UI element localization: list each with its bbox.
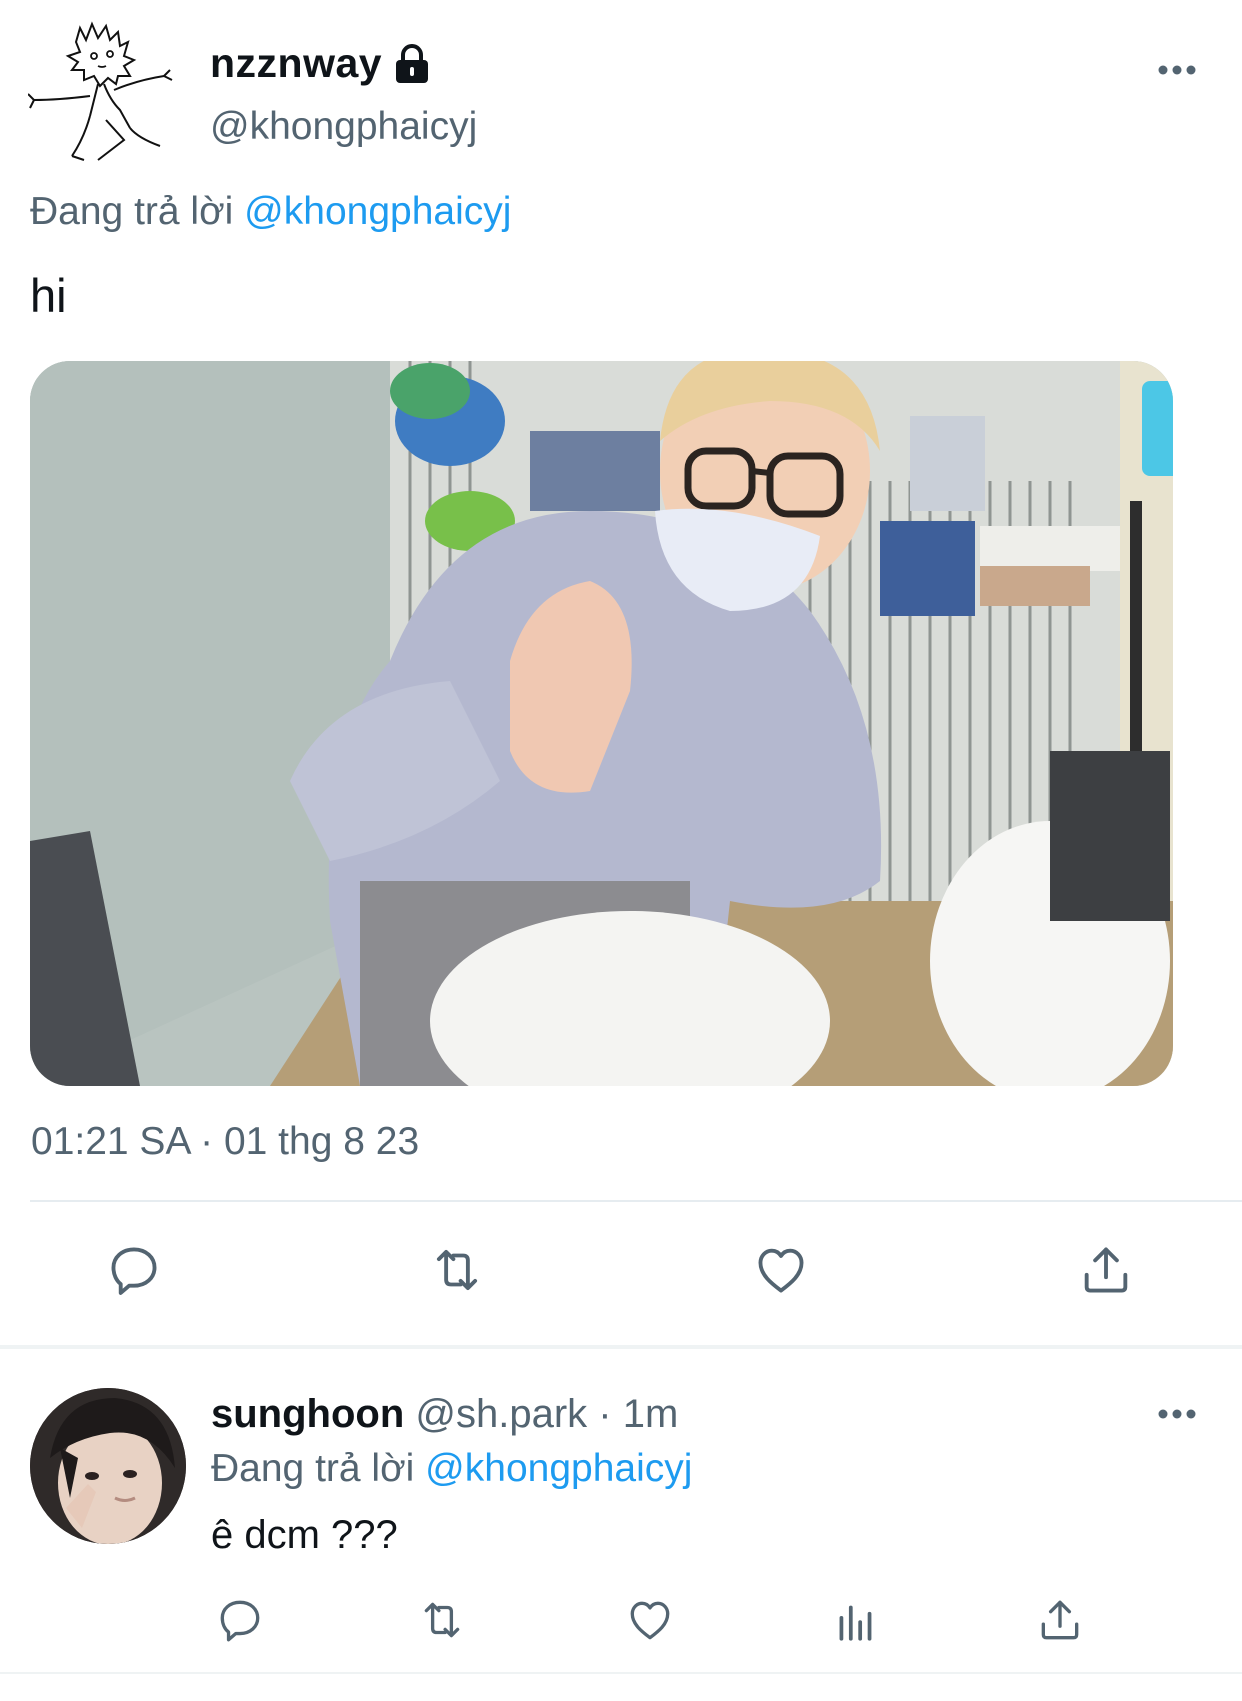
- retweet-icon: [436, 1249, 478, 1291]
- author-avatar[interactable]: [27, 20, 178, 170]
- reply-button[interactable]: [104, 1240, 164, 1300]
- thread-separator: [0, 1345, 1242, 1349]
- reply-header: sunghoon @sh.park · 1m: [211, 1392, 678, 1437]
- reply-retweet-button[interactable]: [416, 1594, 468, 1646]
- doodle-avatar-image: [27, 21, 173, 161]
- meta-separator: ·: [587, 1392, 623, 1436]
- retweet-button[interactable]: [427, 1240, 487, 1300]
- reply-time: 1m: [622, 1392, 679, 1436]
- reply-more-options-icon[interactable]: [1157, 1407, 1197, 1421]
- analytics-icon: [839, 1605, 872, 1641]
- reply-analytics-button[interactable]: [830, 1594, 882, 1646]
- replying-prefix: Đang trả lời: [30, 190, 234, 233]
- divider: [30, 1200, 1242, 1202]
- retweet-icon: [424, 1602, 460, 1638]
- like-button[interactable]: [751, 1240, 811, 1300]
- like-icon: [630, 1601, 670, 1640]
- like-icon: [758, 1248, 804, 1293]
- author-display-name[interactable]: nzznway: [210, 40, 432, 87]
- reply-icon: [111, 1247, 157, 1295]
- reply-replying-to-mention[interactable]: @khongphaicyj: [425, 1447, 692, 1490]
- reply-text: ê dcm ???: [211, 1513, 398, 1557]
- reply-display-name[interactable]: sunghoon: [211, 1392, 404, 1436]
- reply-author-avatar[interactable]: [30, 1388, 186, 1544]
- reply-handle[interactable]: @sh.park: [415, 1392, 587, 1436]
- tweet-text: hi: [30, 269, 67, 322]
- reply-action-bar: [0, 1594, 1242, 1654]
- lock-icon: [392, 43, 432, 85]
- tweet-detail-page: nzznway @khongphaicyj Đang trả lời @khon…: [0, 0, 1242, 1701]
- author-handle[interactable]: @khongphaicyj: [210, 105, 477, 149]
- reply-like-button[interactable]: [624, 1594, 676, 1646]
- replying-to-mention[interactable]: @khongphaicyj: [244, 190, 511, 233]
- replying-to-line: Đang trả lời @khongphaicyj: [30, 190, 511, 234]
- share-icon: [1041, 1600, 1079, 1640]
- tweet-photo[interactable]: [30, 361, 1173, 1086]
- reply-share-button[interactable]: [1034, 1594, 1086, 1646]
- reply-avatar-image: [30, 1388, 186, 1544]
- author-name-text: nzznway: [210, 40, 383, 86]
- reply-replying-prefix: Đang trả lời: [211, 1447, 415, 1490]
- reply-replying-to-line: Đang trả lời @khongphaicyj: [211, 1447, 692, 1491]
- share-icon: [1084, 1247, 1128, 1293]
- more-options-icon[interactable]: [1157, 63, 1197, 77]
- reply-icon: [220, 1600, 260, 1642]
- tweet-timestamp: 01:21 SA · 01 thg 8 23: [31, 1120, 420, 1163]
- tweet-action-bar: [0, 1240, 1242, 1310]
- share-button[interactable]: [1076, 1240, 1136, 1300]
- reply-reply-button[interactable]: [214, 1594, 266, 1646]
- photo-illustration: [30, 361, 1173, 1086]
- divider: [0, 1672, 1242, 1674]
